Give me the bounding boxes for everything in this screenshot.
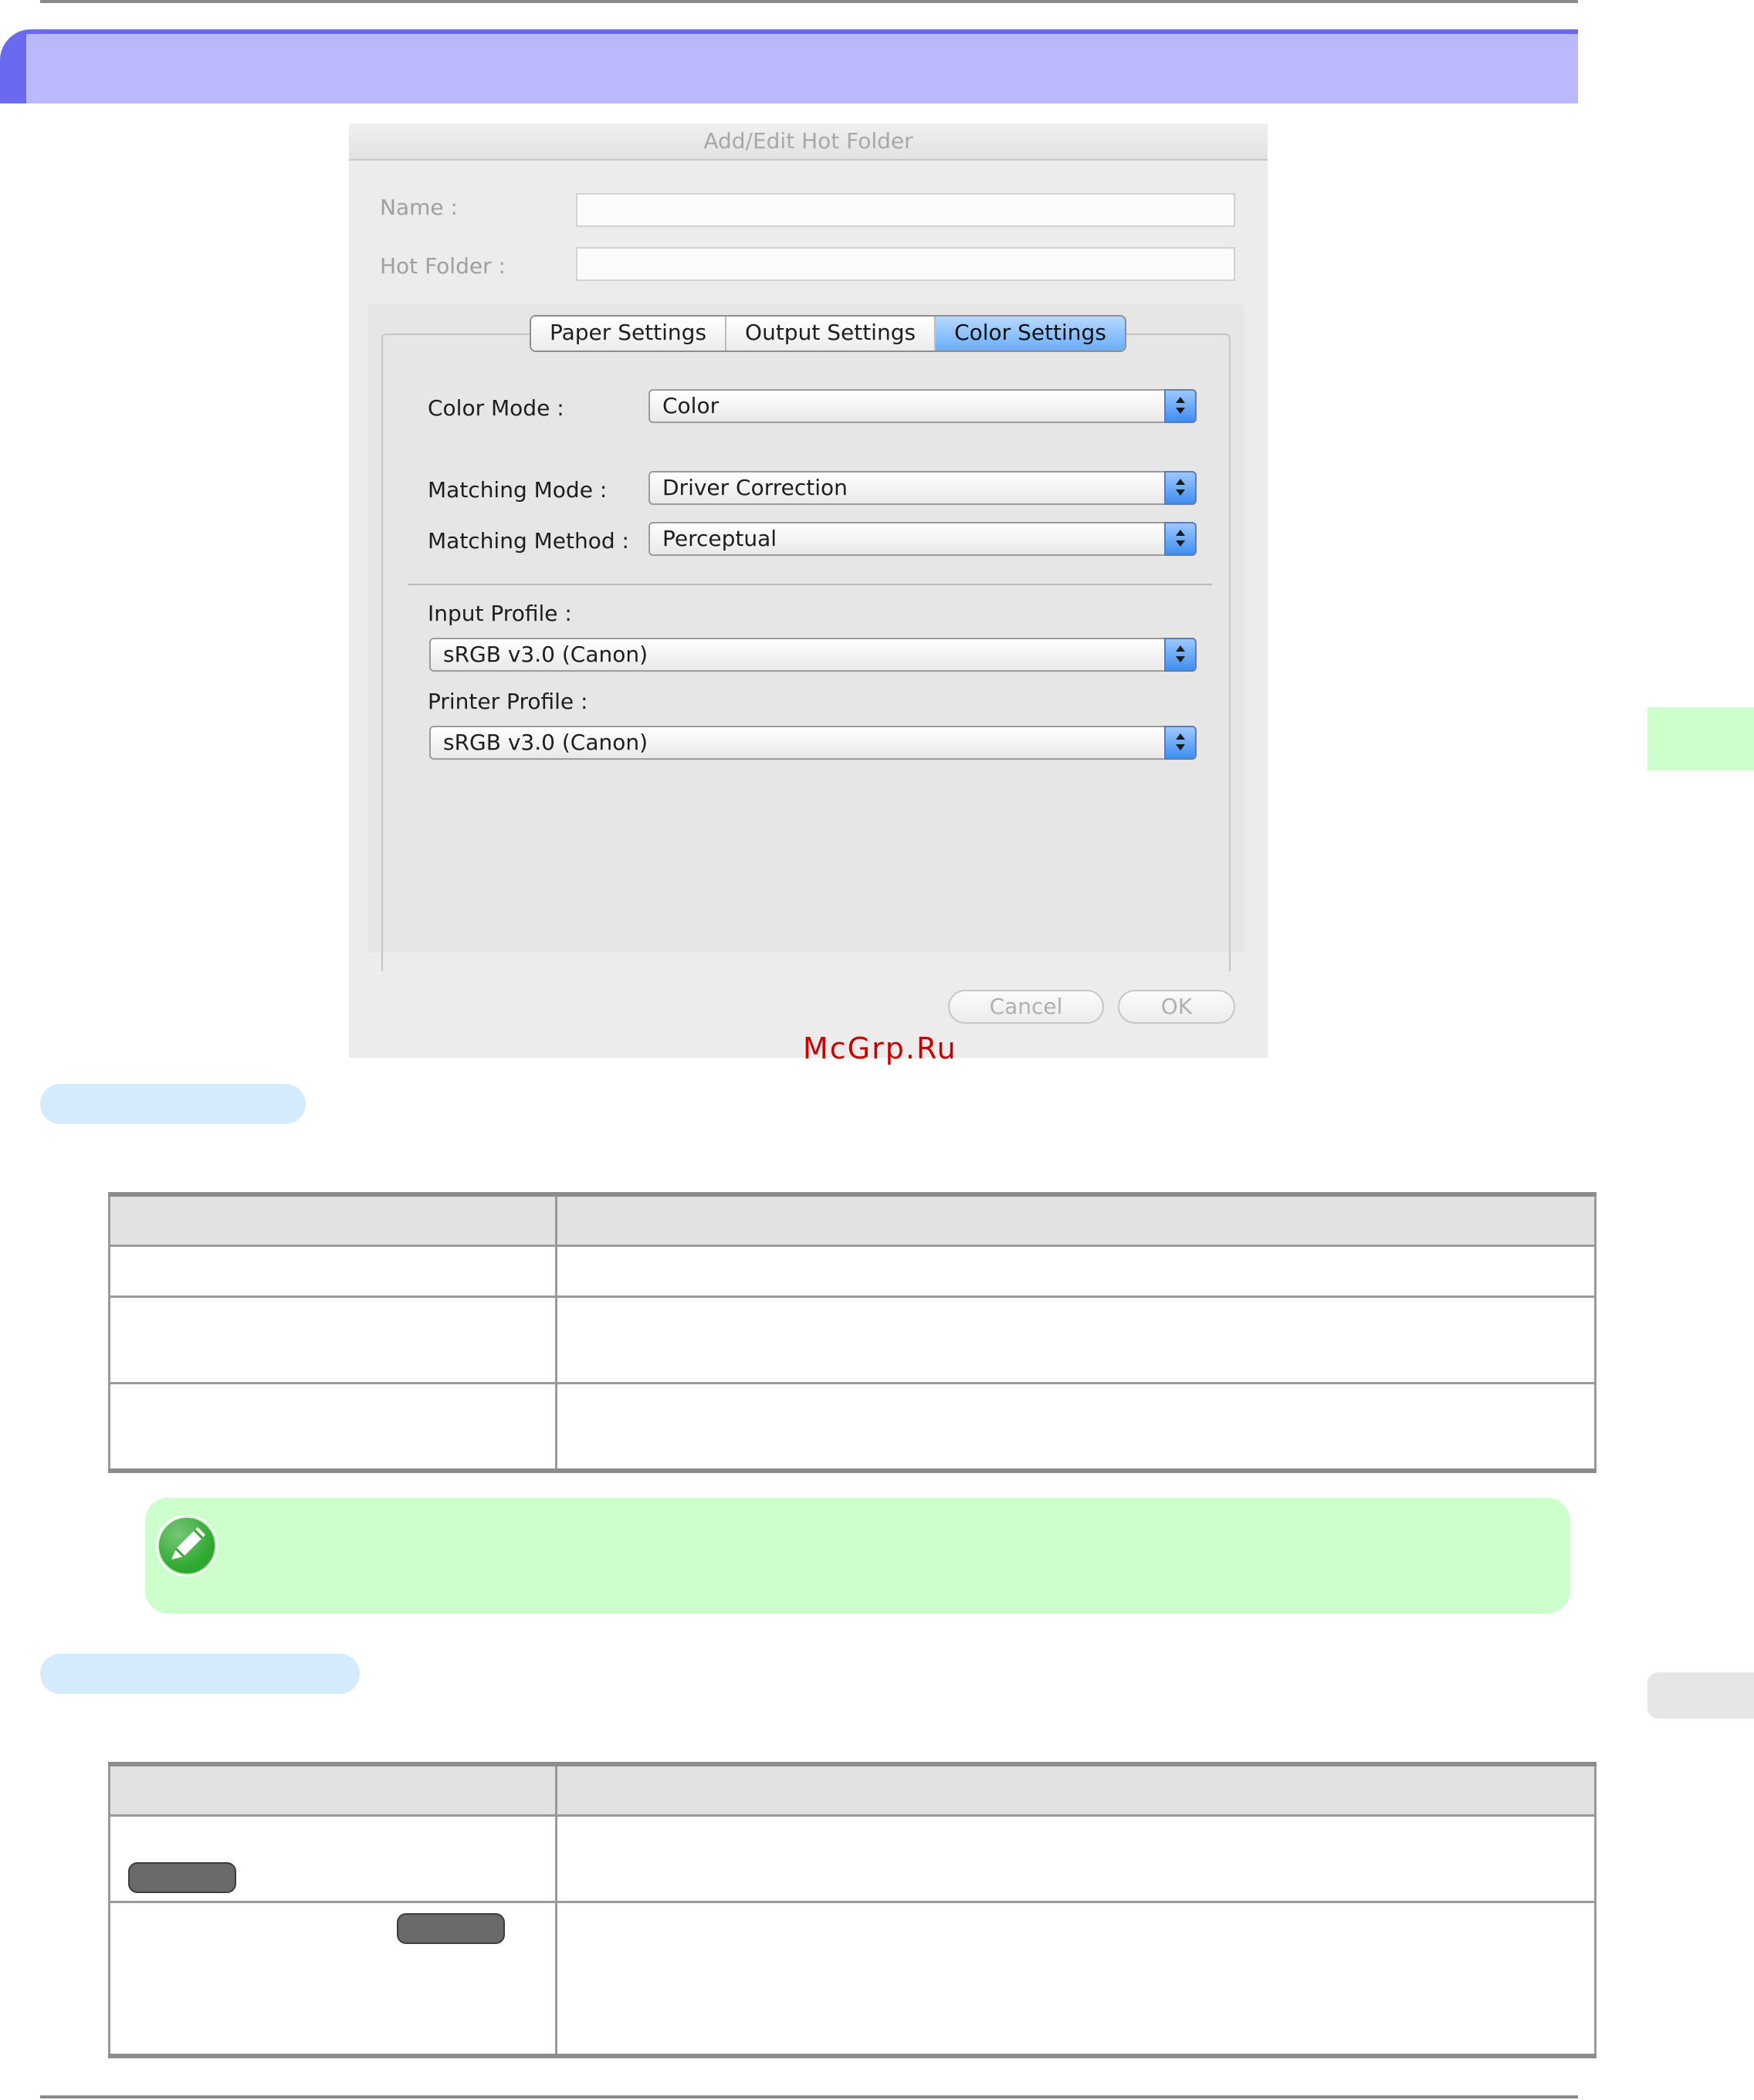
matching-method-label: Matching Method : <box>428 528 629 554</box>
tab-paper-settings[interactable]: Paper Settings <box>531 317 727 351</box>
section-heading-pill <box>40 1084 306 1124</box>
option-tag <box>128 1862 236 1893</box>
table-row <box>107 1295 1597 1384</box>
table-header-row <box>107 1762 1597 1817</box>
add-edit-hot-folder-dialog: Add/Edit Hot Folder Name : Hot Folder : … <box>349 124 1268 1058</box>
table-header-row <box>107 1192 1597 1247</box>
bottom-rule <box>40 2095 1578 2098</box>
note-box <box>145 1498 1570 1614</box>
name-input[interactable] <box>576 193 1235 227</box>
input-profile-select[interactable]: sRGB v3.0 (Canon) <box>429 638 1197 672</box>
tab-bar: Paper Settings Output Settings Color Set… <box>530 315 1126 352</box>
settings-table-2 <box>107 1762 1597 2058</box>
dialog-title: Add/Edit Hot Folder <box>349 124 1268 161</box>
table-row <box>107 1244 1597 1298</box>
hot-folder-label: Hot Folder : <box>380 253 506 279</box>
settings-panel: Paper Settings Output Settings Color Set… <box>367 304 1244 971</box>
up-down-stepper-icon <box>1164 389 1197 423</box>
option-tag <box>397 1913 505 1944</box>
color-mode-label: Color Mode : <box>428 395 564 421</box>
color-mode-value: Color <box>662 393 720 418</box>
side-index-tab[interactable] <box>1647 1672 1754 1719</box>
printer-profile-value: sRGB v3.0 (Canon) <box>443 730 648 755</box>
tab-output-settings[interactable]: Output Settings <box>726 317 936 351</box>
matching-mode-select[interactable]: Driver Correction <box>648 471 1197 505</box>
matching-method-value: Perceptual <box>662 526 777 551</box>
table-row <box>107 1381 1597 1473</box>
hot-folder-input[interactable] <box>576 247 1235 281</box>
tab-color-settings[interactable]: Color Settings <box>936 317 1125 351</box>
up-down-stepper-icon <box>1164 522 1197 556</box>
matching-method-select[interactable]: Perceptual <box>648 522 1197 556</box>
section-heading-pill <box>40 1654 360 1694</box>
up-down-stepper-icon <box>1164 471 1197 505</box>
matching-mode-label: Matching Mode : <box>428 477 608 503</box>
printer-profile-select[interactable]: sRGB v3.0 (Canon) <box>429 726 1197 760</box>
table-row <box>107 1814 1597 1903</box>
up-down-stepper-icon <box>1164 638 1197 672</box>
cancel-button[interactable]: Cancel <box>948 990 1104 1024</box>
pencil-note-icon <box>156 1515 218 1577</box>
printer-profile-label: Printer Profile : <box>428 689 588 714</box>
watermark: McGrp.Ru <box>803 1031 957 1065</box>
input-profile-label: Input Profile : <box>428 601 572 626</box>
separator <box>408 584 1212 585</box>
up-down-stepper-icon <box>1164 726 1197 760</box>
input-profile-value: sRGB v3.0 (Canon) <box>443 642 648 667</box>
chapter-title-bar <box>0 29 1578 103</box>
name-label: Name : <box>380 195 458 220</box>
color-mode-select[interactable]: Color <box>648 389 1197 423</box>
matching-mode-value: Driver Correction <box>662 475 848 500</box>
top-rule <box>40 0 1578 3</box>
settings-table-1 <box>107 1192 1597 1473</box>
table-row <box>107 1900 1597 2058</box>
ok-button[interactable]: OK <box>1118 990 1235 1024</box>
side-chapter-tab[interactable] <box>1647 707 1754 771</box>
